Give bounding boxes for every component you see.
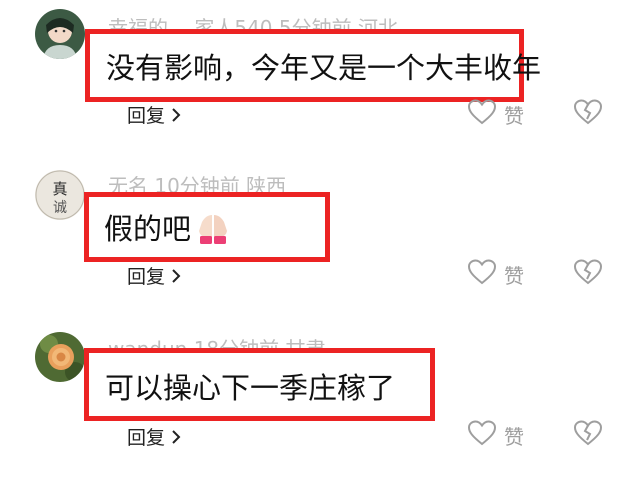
- like-label: 赞: [504, 264, 524, 288]
- broken-heart-icon: [573, 420, 603, 450]
- reply-button[interactable]: 回复: [127, 101, 181, 128]
- avatar[interactable]: 真 诚: [35, 170, 85, 220]
- comment-text: 没有影响，今年又是一个大丰收年: [106, 51, 542, 85]
- pray-hands-emoji: [193, 211, 233, 252]
- comment-item: 真 诚 无名 10分钟前 陕西 假的吧 回复 赞: [0, 160, 640, 325]
- reply-button[interactable]: 回复: [127, 262, 181, 289]
- chevron-right-icon: [171, 266, 181, 288]
- comment-item: 幸福的。 家人540 5分钟前 河北 没有影响，今年又是一个大丰收年 回复 赞: [0, 0, 640, 160]
- dislike-button[interactable]: [573, 259, 603, 289]
- chevron-right-icon: [171, 105, 181, 127]
- comment-text: 可以操心下一季庄稼了: [105, 371, 396, 405]
- avatar[interactable]: [35, 9, 85, 59]
- comment-text: 假的吧: [104, 206, 233, 252]
- comment-item: wandun 18分钟前 甘肃 可以操心下一季庄稼了 回复 赞: [0, 325, 640, 493]
- avatar[interactable]: [35, 332, 85, 382]
- broken-heart-icon: [573, 99, 603, 129]
- like-label: 赞: [504, 104, 524, 128]
- heart-outline-icon: [467, 99, 497, 130]
- like-button[interactable]: 赞: [467, 420, 524, 451]
- like-label: 赞: [504, 425, 524, 449]
- dislike-button[interactable]: [573, 99, 603, 129]
- avatar-glyph: 诚: [53, 200, 67, 216]
- comment-text-content: 假的吧: [104, 212, 192, 246]
- like-button[interactable]: 赞: [467, 259, 524, 290]
- heart-outline-icon: [467, 420, 497, 451]
- avatar-glyph: 真: [52, 180, 67, 198]
- reply-label: 回复: [127, 427, 166, 449]
- chevron-right-icon: [171, 427, 181, 449]
- reply-label: 回复: [127, 266, 166, 288]
- reply-button[interactable]: 回复: [127, 423, 181, 450]
- broken-heart-icon: [573, 259, 603, 289]
- heart-outline-icon: [467, 259, 497, 290]
- like-button[interactable]: 赞: [467, 99, 524, 130]
- reply-label: 回复: [127, 105, 166, 127]
- dislike-button[interactable]: [573, 420, 603, 450]
